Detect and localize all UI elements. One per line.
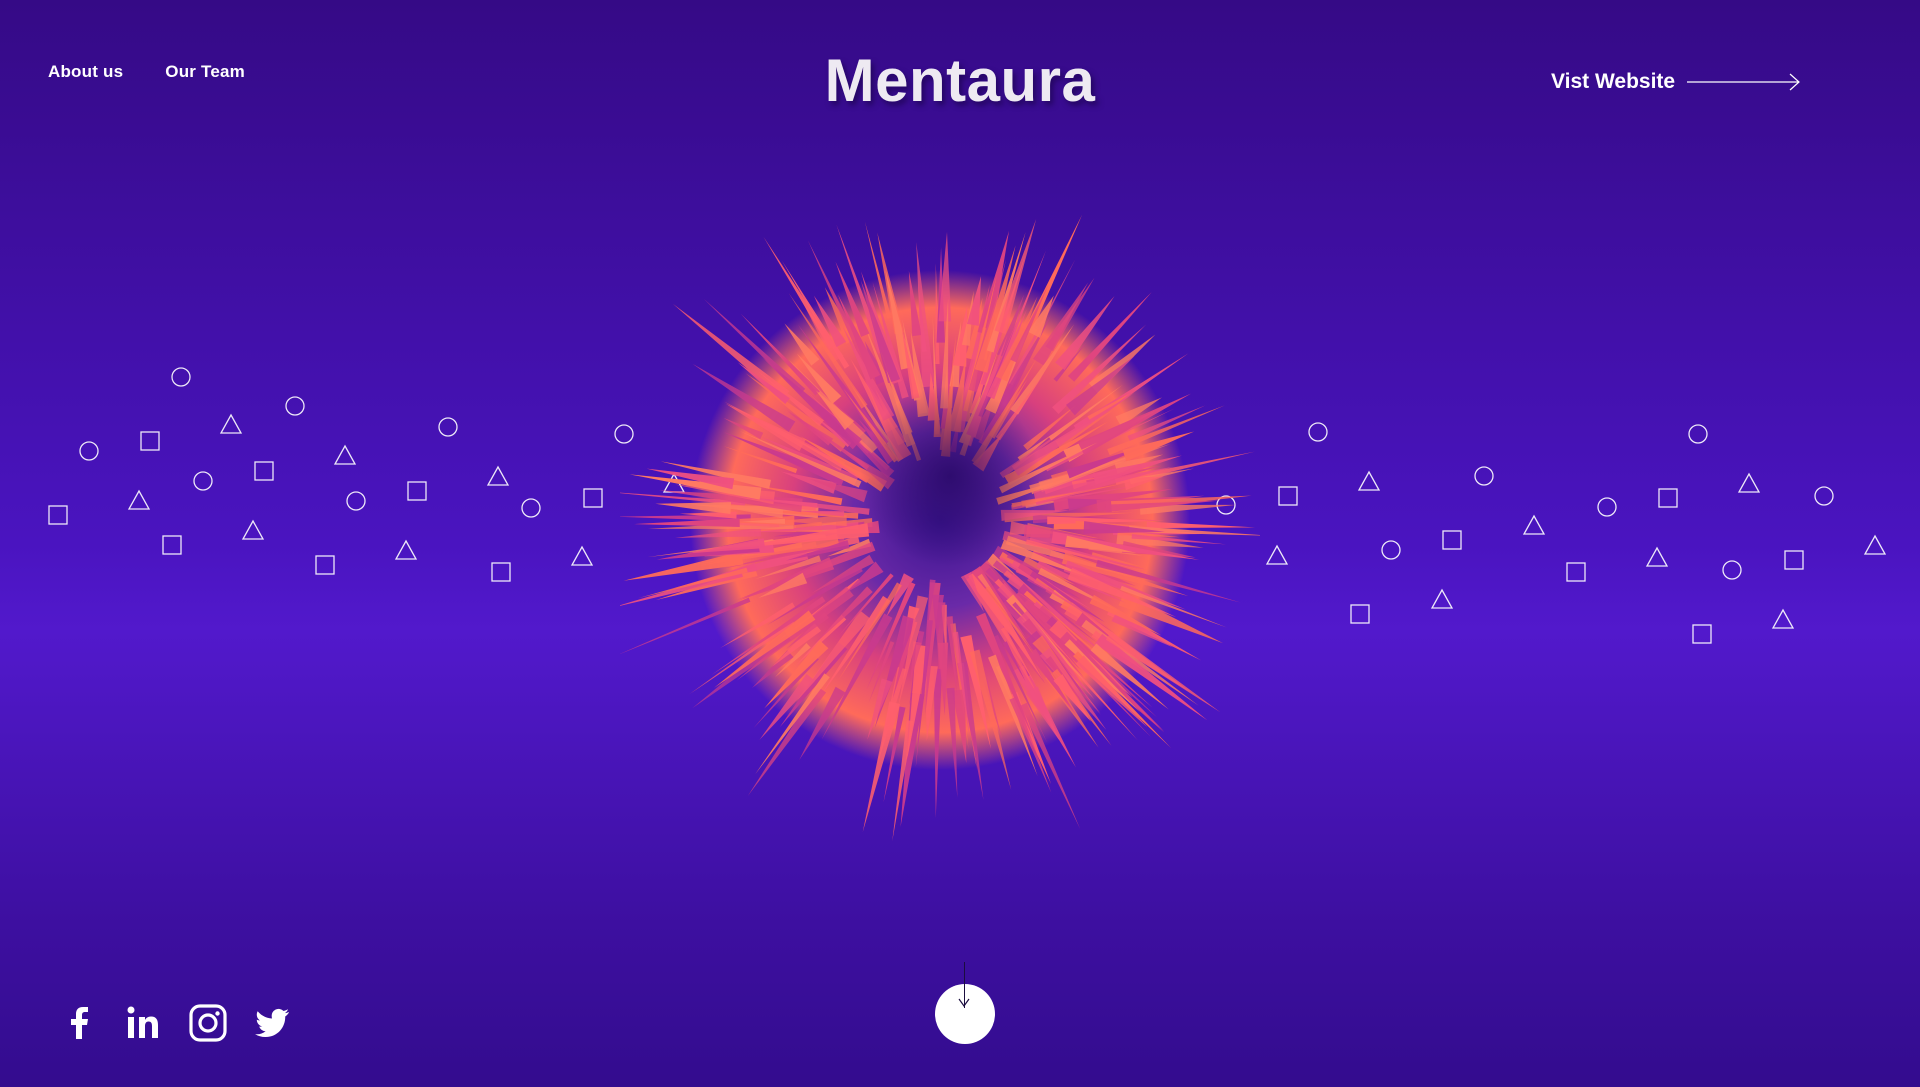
twitter-icon[interactable] — [252, 1003, 292, 1043]
instagram-icon[interactable] — [188, 1003, 228, 1043]
sphere-spike — [633, 518, 740, 527]
social-links — [60, 1003, 292, 1043]
scroll-down-button[interactable] — [935, 984, 995, 1044]
facebook-icon[interactable] — [60, 1003, 100, 1043]
spiky-sphere-illustration — [620, 214, 1260, 842]
arrow-down-icon — [958, 998, 970, 1008]
linkedin-icon[interactable] — [124, 1003, 164, 1043]
sphere-spike — [1146, 521, 1256, 529]
